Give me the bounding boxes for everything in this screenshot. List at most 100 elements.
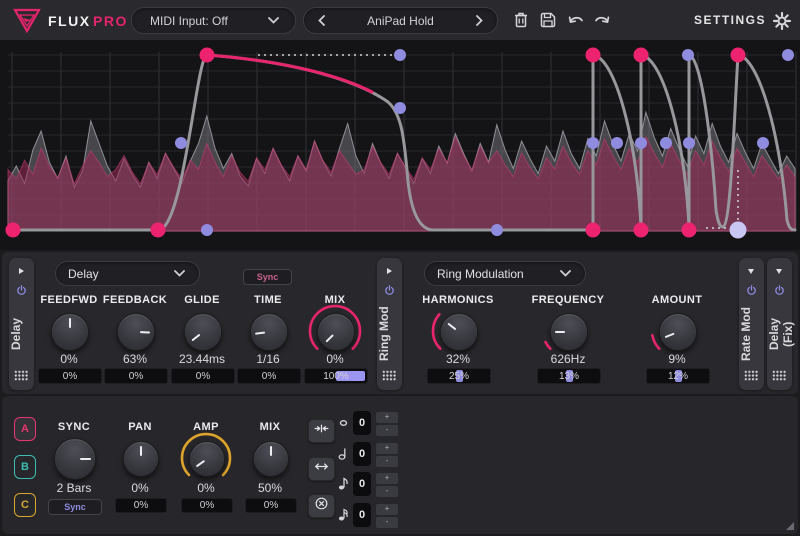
expand-panel-icon[interactable] [15,264,28,277]
knob-mod-amount[interactable]: 0% [171,368,235,384]
stepper-decrement-button[interactable]: - [375,424,399,437]
midi-input-dropdown[interactable]: MIDI Input: Off [131,7,296,34]
knob-mod-amount[interactable]: 100% [304,368,368,384]
resize-handle[interactable] [786,522,794,530]
envelope-handle-point[interactable] [757,137,769,149]
collapse-horizontal-button[interactable] [308,419,335,443]
drag-grid-icon[interactable] [382,370,396,381]
settings-button[interactable]: SETTINGS [694,13,766,27]
knob-mod-amount[interactable]: 12% [646,368,710,384]
slot-button-b[interactable]: B [14,455,36,479]
knob-dial[interactable] [440,313,478,351]
stepper-increment-button[interactable]: + [375,441,399,455]
knob-dial[interactable] [123,441,159,477]
fx-strip-label: Rate Mod [739,307,753,361]
power-icon[interactable] [745,284,758,297]
sync-mode-toggle[interactable]: Sync [48,499,102,515]
stepper-increment-button[interactable]: + [375,472,399,486]
collapse-panel-icon[interactable] [745,264,758,277]
stepper-value[interactable]: 0 [353,503,371,528]
envelope-curve-active[interactable] [205,53,374,94]
expand-panel-icon[interactable] [383,264,396,277]
envelope-handle-point[interactable] [682,49,694,61]
knob-pointer [79,457,91,461]
knob-dial[interactable] [659,313,697,351]
delay-type-dropdown[interactable]: Delay [55,261,200,286]
knob-mod-amount[interactable]: 0% [104,368,168,384]
preset-selector[interactable]: AniPad Hold [303,7,498,34]
envelope-anchor-point[interactable] [633,47,649,63]
knob-dial[interactable] [317,313,355,351]
ringmod-type-dropdown[interactable]: Ring Modulation [424,261,586,286]
knob-dial[interactable] [550,313,588,351]
envelope-anchor-point[interactable] [5,222,21,238]
power-icon[interactable] [383,284,396,297]
stepper-value[interactable]: 0 [353,472,371,497]
stepper-value[interactable]: 0 [353,441,371,466]
knob-mod-amount[interactable]: 0% [245,498,297,513]
envelope-handle-point[interactable] [175,137,187,149]
envelope-anchor-point[interactable] [585,47,601,63]
envelope-anchor-point[interactable] [681,222,697,238]
envelope-handle-point[interactable] [611,137,623,149]
stepper-increment-button[interactable]: + [375,503,399,517]
knob-dial[interactable] [117,313,155,351]
knob-dial[interactable] [184,313,222,351]
envelope-handle-point[interactable] [394,102,406,114]
knob-mod-amount[interactable]: 13% [537,368,601,384]
knob-dial[interactable] [189,441,225,477]
fx-strip-ring-mod[interactable]: Ring Mod [377,258,402,390]
envelope-playhead-point[interactable] [729,221,747,239]
envelope-handle-point[interactable] [660,137,672,149]
sixteenth-note-icon [337,508,350,521]
delay-sync-toggle[interactable]: Sync [243,269,292,285]
knob-mod-amount[interactable]: 0% [181,498,233,513]
envelope-handle-point[interactable] [394,49,406,61]
collapse-panel-icon[interactable] [773,264,786,277]
envelope-handle-point[interactable] [587,137,599,149]
knob-mod-amount[interactable]: 0% [237,368,301,384]
power-icon[interactable] [773,284,786,297]
envelope-anchor-point[interactable] [199,47,215,63]
envelope-handle-point[interactable] [635,137,647,149]
undo-icon[interactable] [566,10,586,30]
slot-button-c[interactable]: C [14,493,36,517]
knob-mod-amount[interactable]: 25% [427,368,491,384]
save-icon[interactable] [538,10,558,30]
expand-horizontal-button[interactable] [308,456,335,481]
envelope-handle-point[interactable] [782,49,794,61]
knob-dial[interactable] [54,438,96,480]
slot-button-a[interactable]: A [14,417,36,441]
stepper-decrement-button[interactable]: - [375,454,399,468]
drag-grid-icon[interactable] [744,370,758,381]
clear-circle-button[interactable] [308,494,335,518]
envelope-anchor-point[interactable] [585,222,601,238]
knob-dial[interactable] [253,441,289,477]
knob-mod-amount[interactable]: 0% [115,498,167,513]
trash-icon[interactable] [511,10,531,30]
fx-strip-delay-fix-[interactable]: Delay (Fix) [767,258,795,390]
envelope-handle-point[interactable] [683,137,695,149]
gear-icon[interactable] [772,11,792,31]
envelope-anchor-point[interactable] [730,47,746,63]
knob-dial[interactable] [250,313,288,351]
knob-mod-amount[interactable]: 0% [38,368,102,384]
fx-strip-rate-mod[interactable]: Rate Mod [739,258,764,390]
fx-strip-delay[interactable]: Delay [9,258,34,390]
envelope-handle-point[interactable] [491,224,503,236]
flux-pro-plugin-window: FLUX PRO MIDI Input: Off AniPad Hold SET… [0,0,800,536]
envelope-anchor-point[interactable] [150,222,166,238]
envelope-display[interactable] [0,40,800,250]
prev-preset-icon[interactable] [318,15,325,26]
stepper-decrement-button[interactable]: - [375,485,399,499]
stepper-decrement-button[interactable]: - [375,516,399,530]
next-preset-icon[interactable] [476,15,483,26]
stepper-increment-button[interactable]: + [375,411,399,424]
envelope-handle-point[interactable] [201,224,213,236]
drag-grid-icon[interactable] [772,370,786,381]
drag-grid-icon[interactable] [14,370,28,381]
envelope-anchor-point[interactable] [633,222,649,238]
redo-icon[interactable] [592,10,612,30]
stepper-value[interactable]: 0 [353,411,371,435]
knob-dial[interactable] [51,313,89,351]
